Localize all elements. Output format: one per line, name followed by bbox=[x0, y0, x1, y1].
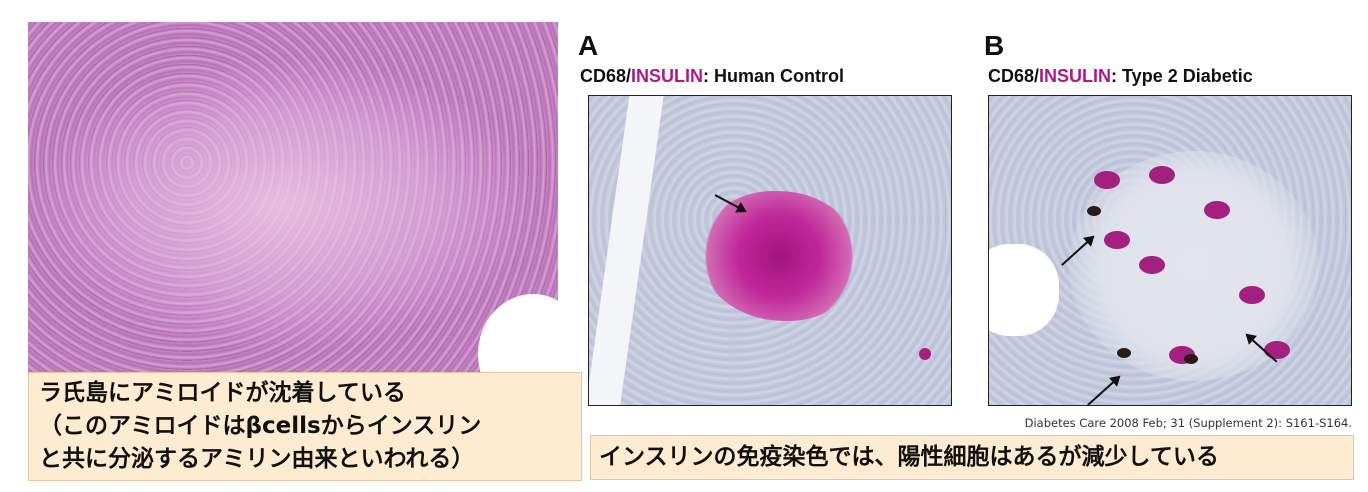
arrow-indicator bbox=[1087, 376, 1120, 405]
cd68-positive-cell bbox=[1117, 348, 1131, 358]
panel-b-letter: B bbox=[984, 30, 1005, 61]
he-stain-micrograph bbox=[28, 22, 558, 374]
caption-line-1: ラ氏島にアミロイドが沈着している bbox=[39, 380, 406, 406]
panel-a-title: CD68/INSULIN: Human Control bbox=[580, 66, 844, 87]
caption-line-2: （このアミロイドはβcellsからインスリン bbox=[39, 413, 482, 439]
panel-b-title-prefix: CD68/ bbox=[988, 66, 1040, 86]
panel-b-title-suffix: : Type 2 Diabetic bbox=[1111, 66, 1253, 86]
cd68-positive-cell bbox=[1184, 354, 1198, 364]
stain-spot bbox=[919, 348, 931, 360]
panel-a-letter: A bbox=[578, 30, 599, 61]
panel-b-ihc-image bbox=[988, 95, 1352, 406]
insulin-positive-cell bbox=[1139, 256, 1165, 274]
caption-line-3: と共に分泌するアミリン由来といわれる） bbox=[39, 446, 475, 472]
insulin-positive-islet bbox=[699, 191, 859, 321]
cd68-positive-cell bbox=[1087, 206, 1101, 216]
panel-b-title: CD68/INSULIN: Type 2 Diabetic bbox=[988, 66, 1253, 87]
citation-text: Diabetes Care 2008 Feb; 31 (Supplement 2… bbox=[1024, 416, 1352, 430]
panel-a-title-suffix: : Human Control bbox=[703, 66, 845, 86]
insulin-positive-cell bbox=[1104, 231, 1130, 249]
panel-a-ihc-image bbox=[588, 95, 952, 406]
panel-b-title-stain: INSULIN bbox=[1039, 66, 1112, 86]
vessel-lumen bbox=[478, 294, 558, 374]
insulin-positive-cell bbox=[1149, 166, 1175, 184]
panel-a-title-stain: INSULIN bbox=[631, 66, 704, 86]
insulin-positive-cell bbox=[1094, 171, 1120, 189]
panel-a-title-prefix: CD68/ bbox=[580, 66, 632, 86]
tissue-fold bbox=[589, 96, 665, 405]
immunostain-caption: インスリンの免疫染色では、陽性細胞はあるが減少している bbox=[590, 435, 1354, 480]
vessel-lumen bbox=[989, 244, 1059, 336]
amyloid-caption: ラ氏島にアミロイドが沈着している （このアミロイドはβcellsからインスリン … bbox=[28, 372, 582, 481]
insulin-positive-cell bbox=[1239, 286, 1265, 304]
insulin-positive-cell bbox=[1264, 341, 1290, 359]
insulin-positive-cell bbox=[1204, 201, 1230, 219]
